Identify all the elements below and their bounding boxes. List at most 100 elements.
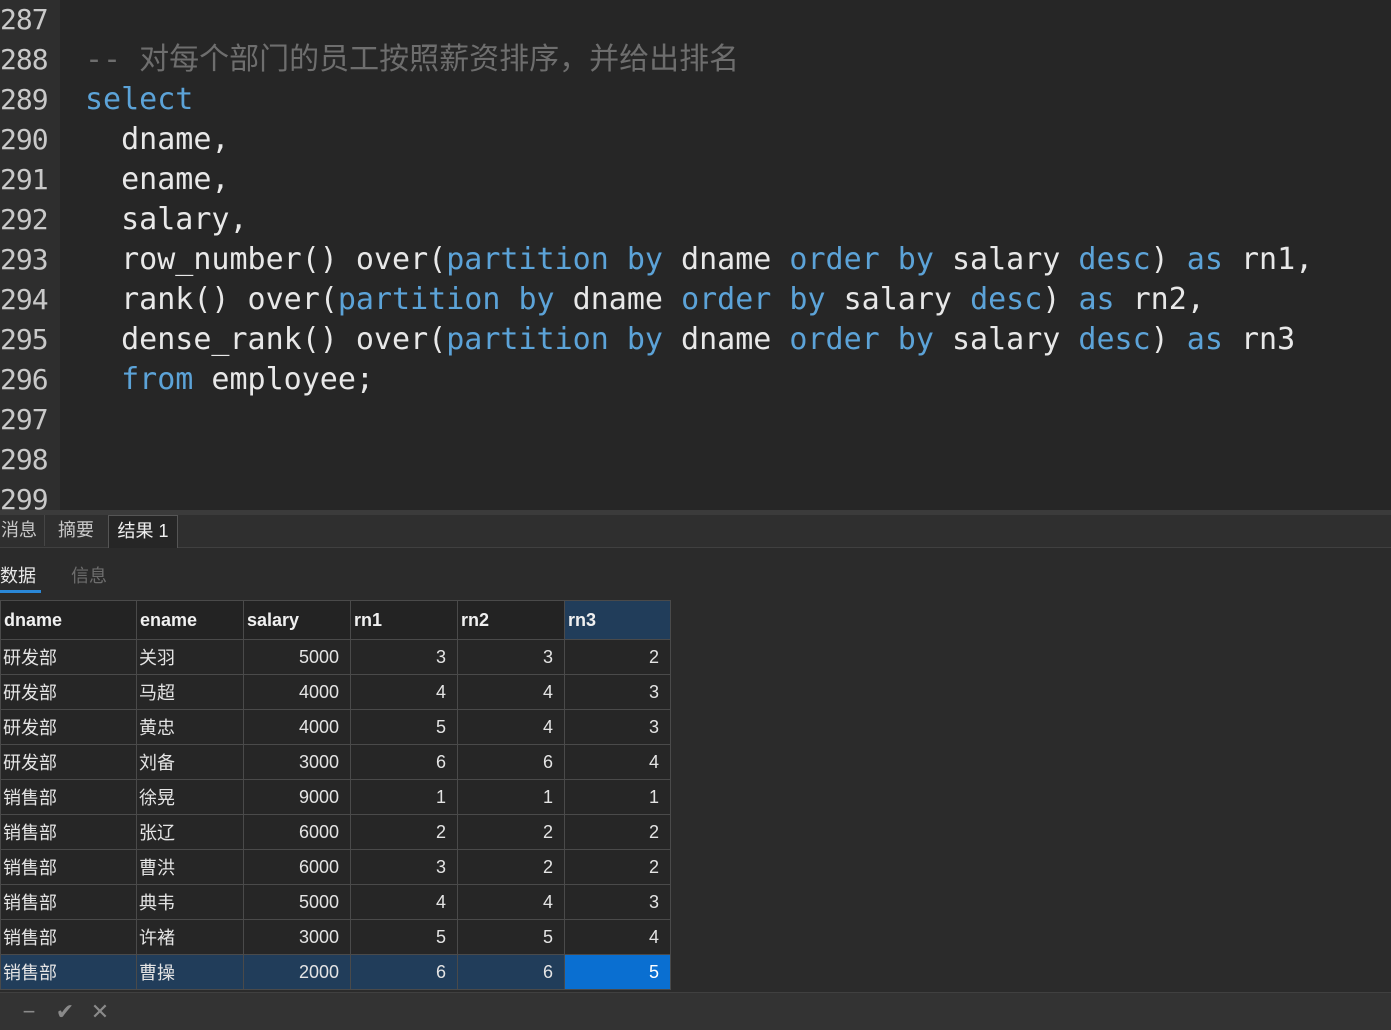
cell-rn3[interactable]: 5	[564, 954, 671, 990]
cell-dname[interactable]: 销售部	[0, 779, 137, 815]
cell-rn2[interactable]: 6	[457, 954, 565, 990]
result-grid[interactable]: dname ename salary rn1 rn2 rn3 研发部 关羽 5000 3 3 2 研发…	[0, 600, 671, 990]
cell-rn3[interactable]: 1	[564, 779, 671, 815]
cell-dname[interactable]: 研发部	[0, 709, 137, 745]
cell-dname[interactable]: 研发部	[0, 674, 137, 710]
cell-rn3[interactable]: 3	[564, 709, 671, 745]
column-header-dname[interactable]: dname	[0, 600, 137, 640]
subtab-data[interactable]: 数据	[0, 562, 36, 588]
subtab-info[interactable]: 信息	[71, 562, 107, 588]
cell-rn1[interactable]: 5	[350, 709, 458, 745]
table-row[interactable]: 研发部 马超 4000 4 4 3	[0, 674, 671, 710]
minus-icon[interactable]: −	[16, 999, 42, 1025]
table-row[interactable]: 研发部 关羽 5000 3 3 2	[0, 639, 671, 675]
cell-rn3[interactable]: 3	[564, 884, 671, 920]
cell-salary[interactable]: 4000	[243, 709, 351, 745]
table-row[interactable]: 销售部 典韦 5000 4 4 3	[0, 884, 671, 920]
cell-salary[interactable]: 5000	[243, 884, 351, 920]
cell-ename[interactable]: 刘备	[136, 744, 244, 780]
cell-rn2[interactable]: 5	[457, 919, 565, 955]
cell-rn1[interactable]: 5	[350, 919, 458, 955]
cell-dname[interactable]: 销售部	[0, 954, 137, 990]
cell-dname[interactable]: 销售部	[0, 849, 137, 885]
cell-ename[interactable]: 曹操	[136, 954, 244, 990]
cell-rn2[interactable]: 4	[457, 674, 565, 710]
sql-keyword: from	[121, 362, 194, 397]
column-header-rn3[interactable]: rn3	[564, 600, 671, 640]
cell-salary[interactable]: 6000	[243, 849, 351, 885]
cell-salary[interactable]: 5000	[243, 639, 351, 675]
table-row[interactable]: 销售部 徐晃 9000 1 1 1	[0, 779, 671, 815]
cell-rn2[interactable]: 2	[457, 849, 565, 885]
sql-editor[interactable]: 287 288 -- 对每个部门的员工按照薪资排序，并给出排名 289 select 29…	[0, 0, 1391, 510]
code-text: ename,	[85, 160, 229, 200]
cell-rn1[interactable]: 4	[350, 674, 458, 710]
column-header-rn1[interactable]: rn1	[350, 600, 458, 640]
sql-keyword: as	[1078, 282, 1115, 317]
table-row[interactable]: 销售部 张辽 6000 2 2 2	[0, 814, 671, 850]
cell-rn3[interactable]: 4	[564, 919, 671, 955]
cell-ename[interactable]: 关羽	[136, 639, 244, 675]
table-row[interactable]: 销售部 曹操 2000 6 6 5	[0, 954, 671, 990]
close-icon[interactable]: ✕	[87, 999, 113, 1025]
sql-text: rank() over(	[85, 282, 338, 317]
subtab-active-indicator	[0, 590, 41, 593]
tab-result-1[interactable]: 结果 1	[108, 515, 178, 548]
column-header-salary[interactable]: salary	[243, 600, 351, 640]
cell-rn2[interactable]: 4	[457, 884, 565, 920]
cell-ename[interactable]: 典韦	[136, 884, 244, 920]
cell-salary[interactable]: 3000	[243, 744, 351, 780]
cell-dname[interactable]: 研发部	[0, 639, 137, 675]
cell-salary[interactable]: 2000	[243, 954, 351, 990]
cell-rn3[interactable]: 4	[564, 744, 671, 780]
cell-ename[interactable]: 张辽	[136, 814, 244, 850]
cell-dname[interactable]: 销售部	[0, 814, 137, 850]
line-number: 297	[0, 403, 49, 436]
cell-rn1[interactable]: 6	[350, 954, 458, 990]
column-header-ename[interactable]: ename	[136, 600, 244, 640]
sql-keyword: as	[1186, 242, 1223, 277]
cell-rn3[interactable]: 3	[564, 674, 671, 710]
table-row[interactable]: 销售部 曹洪 6000 3 2 2	[0, 849, 671, 885]
column-header-rn2[interactable]: rn2	[457, 600, 565, 640]
cell-ename[interactable]: 曹洪	[136, 849, 244, 885]
cell-salary[interactable]: 3000	[243, 919, 351, 955]
check-icon[interactable]: ✔	[52, 999, 78, 1025]
cell-rn1[interactable]: 6	[350, 744, 458, 780]
table-row[interactable]: 研发部 黄忠 4000 5 4 3	[0, 709, 671, 745]
tab-messages[interactable]: 消息	[0, 515, 45, 546]
cell-rn2[interactable]: 2	[457, 814, 565, 850]
cell-ename[interactable]: 徐晃	[136, 779, 244, 815]
sql-text: salary	[933, 242, 1079, 277]
code-text: rank() over(partition by dname order by …	[85, 280, 1205, 320]
cell-rn1[interactable]: 4	[350, 884, 458, 920]
cell-salary[interactable]: 9000	[243, 779, 351, 815]
cell-rn1[interactable]: 3	[350, 849, 458, 885]
sql-keyword: order by	[681, 282, 826, 317]
cell-rn3[interactable]: 2	[564, 639, 671, 675]
sql-comment: -- 对每个部门的员工按照薪资排序，并给出排名	[85, 42, 740, 77]
cell-dname[interactable]: 销售部	[0, 919, 137, 955]
cell-rn2[interactable]: 6	[457, 744, 565, 780]
cell-rn1[interactable]: 2	[350, 814, 458, 850]
cell-rn3[interactable]: 2	[564, 849, 671, 885]
cell-dname[interactable]: 销售部	[0, 884, 137, 920]
cell-rn1[interactable]: 3	[350, 639, 458, 675]
result-grid-area: dname ename salary rn1 rn2 rn3 研发部 关羽 5000 3 3 2 研发…	[0, 600, 1391, 992]
cell-rn1[interactable]: 1	[350, 779, 458, 815]
cell-salary[interactable]: 4000	[243, 674, 351, 710]
table-row[interactable]: 销售部 许褚 3000 5 5 4	[0, 919, 671, 955]
cell-rn3[interactable]: 2	[564, 814, 671, 850]
cell-ename[interactable]: 许褚	[136, 919, 244, 955]
code-line: 294 rank() over(partition by dname order…	[0, 280, 1391, 320]
cell-rn2[interactable]: 3	[457, 639, 565, 675]
cell-rn2[interactable]: 4	[457, 709, 565, 745]
tab-summary[interactable]: 摘要	[44, 515, 109, 546]
cell-dname[interactable]: 研发部	[0, 744, 137, 780]
cell-ename[interactable]: 马超	[136, 674, 244, 710]
table-row[interactable]: 研发部 刘备 3000 6 6 4	[0, 744, 671, 780]
cell-salary[interactable]: 6000	[243, 814, 351, 850]
cell-ename[interactable]: 黄忠	[136, 709, 244, 745]
cell-rn2[interactable]: 1	[457, 779, 565, 815]
code-line: 299	[0, 480, 1391, 510]
